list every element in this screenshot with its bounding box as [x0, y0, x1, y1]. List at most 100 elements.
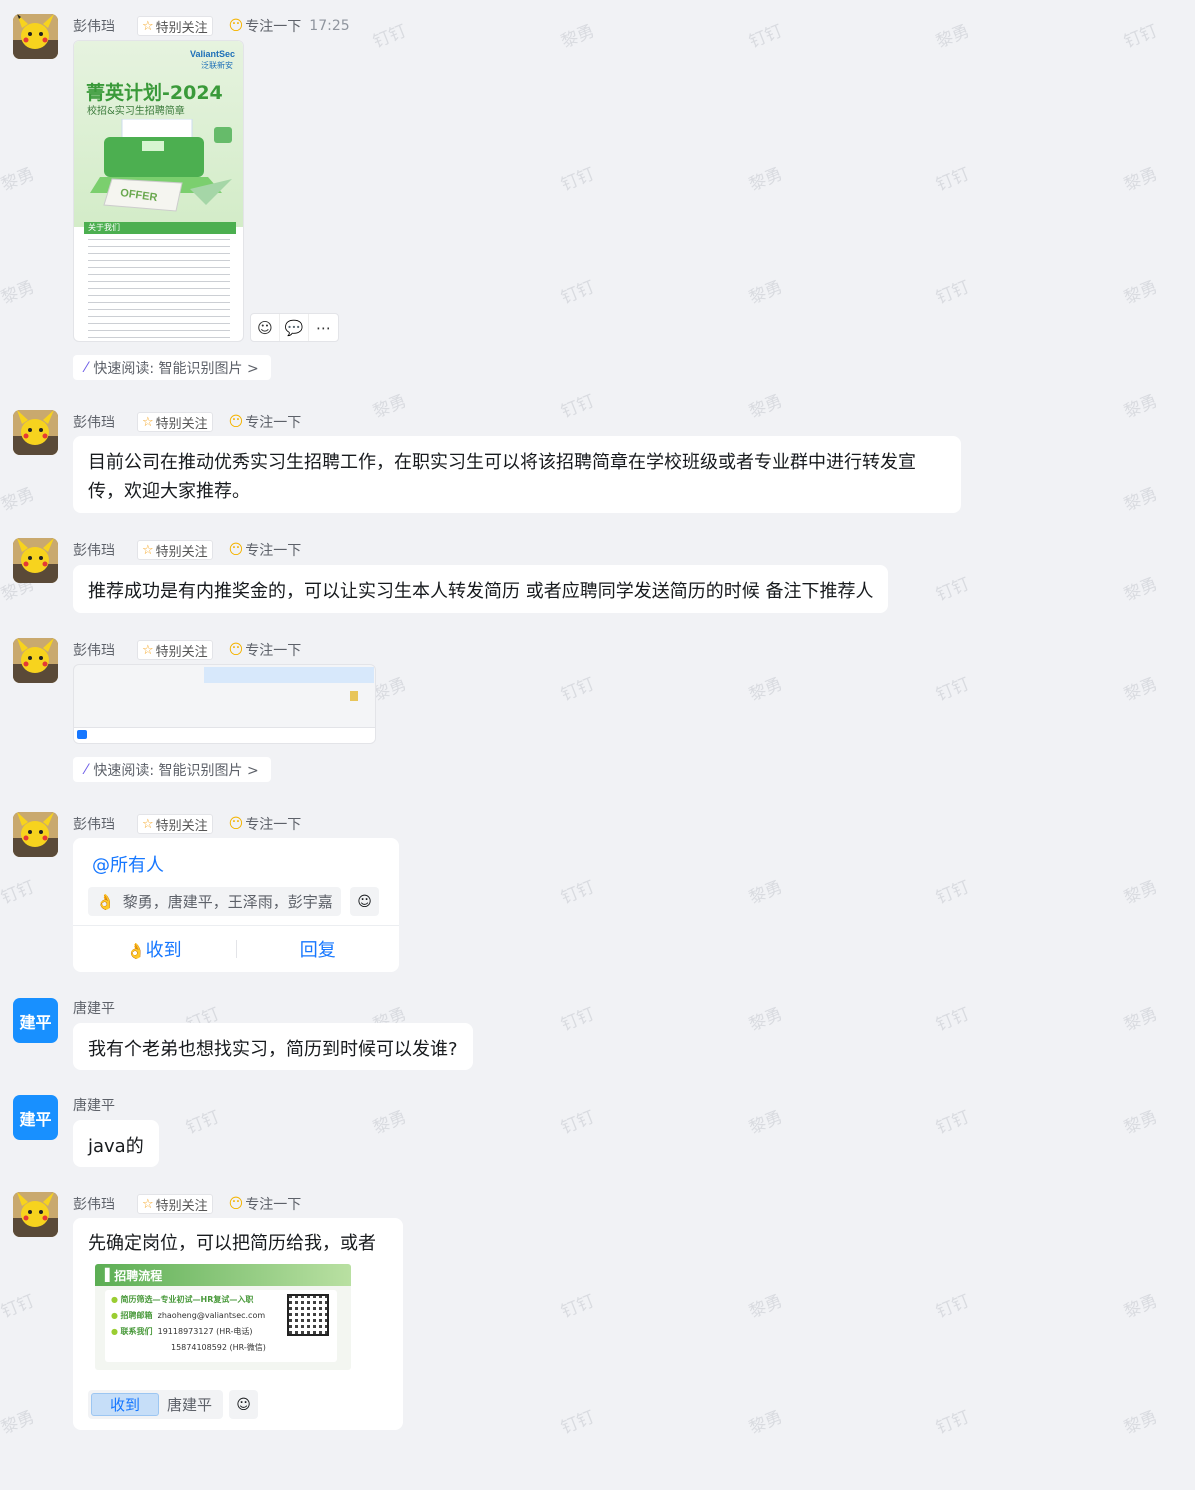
status-emoji-icon: 😶	[228, 18, 244, 34]
watermark: 钉钉	[0, 1291, 38, 1323]
watermark: 黎勇	[1121, 674, 1161, 706]
watermark: 钉钉	[558, 674, 598, 706]
thumb-avatar	[350, 691, 358, 701]
magic-wand-icon: ⁄	[85, 761, 88, 778]
poster-image[interactable]: ValiantSec 泛联新安 菁英计划-2024 校招&实习生招聘简章 OFF…	[73, 40, 244, 342]
status: 😶 专注一下	[228, 414, 302, 431]
watermark: 钉钉	[558, 1004, 598, 1036]
poster-body-text	[88, 239, 230, 339]
reply-button[interactable]: 回复	[237, 936, 400, 962]
watermark: 黎勇	[1121, 1004, 1161, 1036]
sender-name[interactable]: 彭伟珰	[73, 1194, 115, 1214]
special-follow-tag: ☆ 特别关注	[137, 412, 213, 432]
message-meta: 彭伟珰 ☆ 特别关注 😶 专注一下	[73, 412, 301, 432]
mention-all[interactable]: @所有人	[92, 851, 164, 877]
reaction-list[interactable]: 👌 黎勇，唐建平，王泽雨，彭宇嘉	[88, 887, 341, 916]
watermark: 黎勇	[0, 484, 38, 516]
sender-name[interactable]: 彭伟珰	[73, 16, 115, 36]
watermark: 钉钉	[0, 877, 38, 909]
sender-name[interactable]: 彭伟珰	[73, 540, 115, 560]
avatar[interactable]	[13, 538, 58, 583]
watermark: 黎勇	[558, 21, 598, 53]
watermark: 黎勇	[0, 164, 38, 196]
emoji-reaction-icon[interactable]: ☺	[251, 314, 280, 341]
watermark: 钉钉	[370, 21, 410, 53]
status-emoji-icon: 😶	[228, 642, 244, 658]
quick-read-button[interactable]: ⁄ 快速阅读: 智能识别图片 >	[73, 757, 271, 782]
thumb-bubble	[204, 667, 374, 683]
watermark: 黎勇	[1121, 1107, 1161, 1139]
watermark: 黎勇	[1121, 484, 1161, 516]
watermark: 黎勇	[746, 277, 786, 309]
avatar[interactable]: 建平	[13, 1095, 58, 1140]
status: 😶 专注一下	[228, 542, 302, 559]
message-bubble[interactable]: java的	[73, 1120, 159, 1167]
avatar[interactable]	[13, 14, 58, 59]
avatar[interactable]	[13, 812, 58, 857]
star-icon: ☆	[142, 816, 154, 832]
message-bubble[interactable]: 目前公司在推动优秀实习生招聘工作，在职实习生可以将该招聘简章在学校班级或者专业群…	[73, 436, 961, 513]
status-emoji-icon: 😶	[228, 542, 244, 558]
watermark: 黎勇	[1121, 1407, 1161, 1439]
watermark: 钉钉	[558, 391, 598, 423]
watermark: 钉钉	[558, 1407, 598, 1439]
watermark: 黎勇	[1121, 877, 1161, 909]
watermark: 钉钉	[183, 1107, 223, 1139]
poster-section: 关于我们	[84, 222, 236, 234]
recruit-image[interactable]: ▌ 招聘流程 ● 简历筛选—专业初试—HR复试—入职 ● 招聘邮箱 zhaohen…	[95, 1264, 351, 1370]
message-meta: 彭伟珰 ☆ 特别关注 😶 专注一下	[73, 640, 301, 660]
ok-hand-icon: 👌	[96, 892, 115, 911]
action-bar: 👌收到 回复	[73, 925, 399, 972]
comment-icon[interactable]: 💬	[280, 314, 309, 341]
sender-name[interactable]: 彭伟珰	[73, 412, 115, 432]
watermark: 黎勇	[1121, 277, 1161, 309]
poster-title: 菁英计划-2024	[86, 82, 223, 104]
avatar[interactable]	[13, 410, 58, 455]
sender-name[interactable]: 彭伟珰	[73, 814, 115, 834]
watermark: 黎勇	[370, 391, 410, 423]
special-follow-tag: ☆ 特别关注	[137, 640, 213, 660]
ok-hand-icon: 👌	[126, 942, 146, 960]
thumb-icon	[77, 730, 87, 739]
message-meta: 唐建平	[73, 998, 115, 1018]
sender-name[interactable]: 唐建平	[73, 1095, 115, 1115]
star-icon: ☆	[142, 1196, 154, 1212]
message-bubble[interactable]: 先确定岗位，可以把简历给我，或者 ▌ 招聘流程 ● 简历筛选—专业初试—HR复试—…	[73, 1218, 403, 1430]
screenshot-image[interactable]	[73, 664, 376, 744]
watermark: 黎勇	[1121, 1291, 1161, 1323]
watermark: 钉钉	[933, 1291, 973, 1323]
message-meta: 彭伟珰 ☆ 特别关注 😶 专注一下	[73, 1194, 301, 1214]
watermark: 钉钉	[558, 1291, 598, 1323]
message-bubble[interactable]: 我有个老弟也想找实习，简历到时候可以发谁?	[73, 1023, 473, 1070]
watermark: 钉钉	[933, 1107, 973, 1139]
watermark: 黎勇	[933, 21, 973, 53]
message-meta: 彭伟珰 ☆ 特别关注 😶 专注一下 17:25	[73, 16, 350, 36]
poster-brand: ValiantSec	[189, 49, 235, 59]
watermark: 黎勇	[746, 1004, 786, 1036]
sender-name[interactable]: 唐建平	[73, 998, 115, 1018]
watermark: 黎勇	[746, 1291, 786, 1323]
received-reaction[interactable]: 收到 唐建平	[88, 1390, 224, 1419]
avatar[interactable]: 建平	[13, 998, 58, 1043]
star-icon: ☆	[142, 18, 154, 34]
watermark: 钉钉	[558, 277, 598, 309]
add-reaction-icon[interactable]: ☺	[350, 887, 379, 916]
status-emoji-icon: 😶	[228, 414, 244, 430]
poster-brand-cn: 泛联新安	[201, 61, 233, 70]
watermark: 黎勇	[1121, 164, 1161, 196]
avatar[interactable]	[13, 638, 58, 683]
message-bubble[interactable]: 推荐成功是有内推奖金的，可以让实习生本人转发简历 或者应聘同学发送简历的时候 备…	[73, 565, 889, 613]
more-icon[interactable]: ⋯	[309, 314, 338, 341]
watermark: 黎勇	[1121, 574, 1161, 606]
quick-read-button[interactable]: ⁄ 快速阅读: 智能识别图片 >	[73, 355, 271, 380]
special-follow-tag: ☆ 特别关注	[137, 540, 213, 560]
add-reaction-icon[interactable]: ☺	[229, 1390, 259, 1419]
message-meta: 唐建平	[73, 1095, 115, 1115]
watermark: 黎勇	[370, 1107, 410, 1139]
watermark: 钉钉	[746, 21, 786, 53]
special-follow-tag: ☆ 特别关注	[137, 1194, 213, 1214]
received-button[interactable]: 👌收到	[73, 936, 236, 962]
qr-code-icon	[287, 1294, 329, 1336]
avatar[interactable]	[13, 1192, 58, 1237]
sender-name[interactable]: 彭伟珰	[73, 640, 115, 660]
